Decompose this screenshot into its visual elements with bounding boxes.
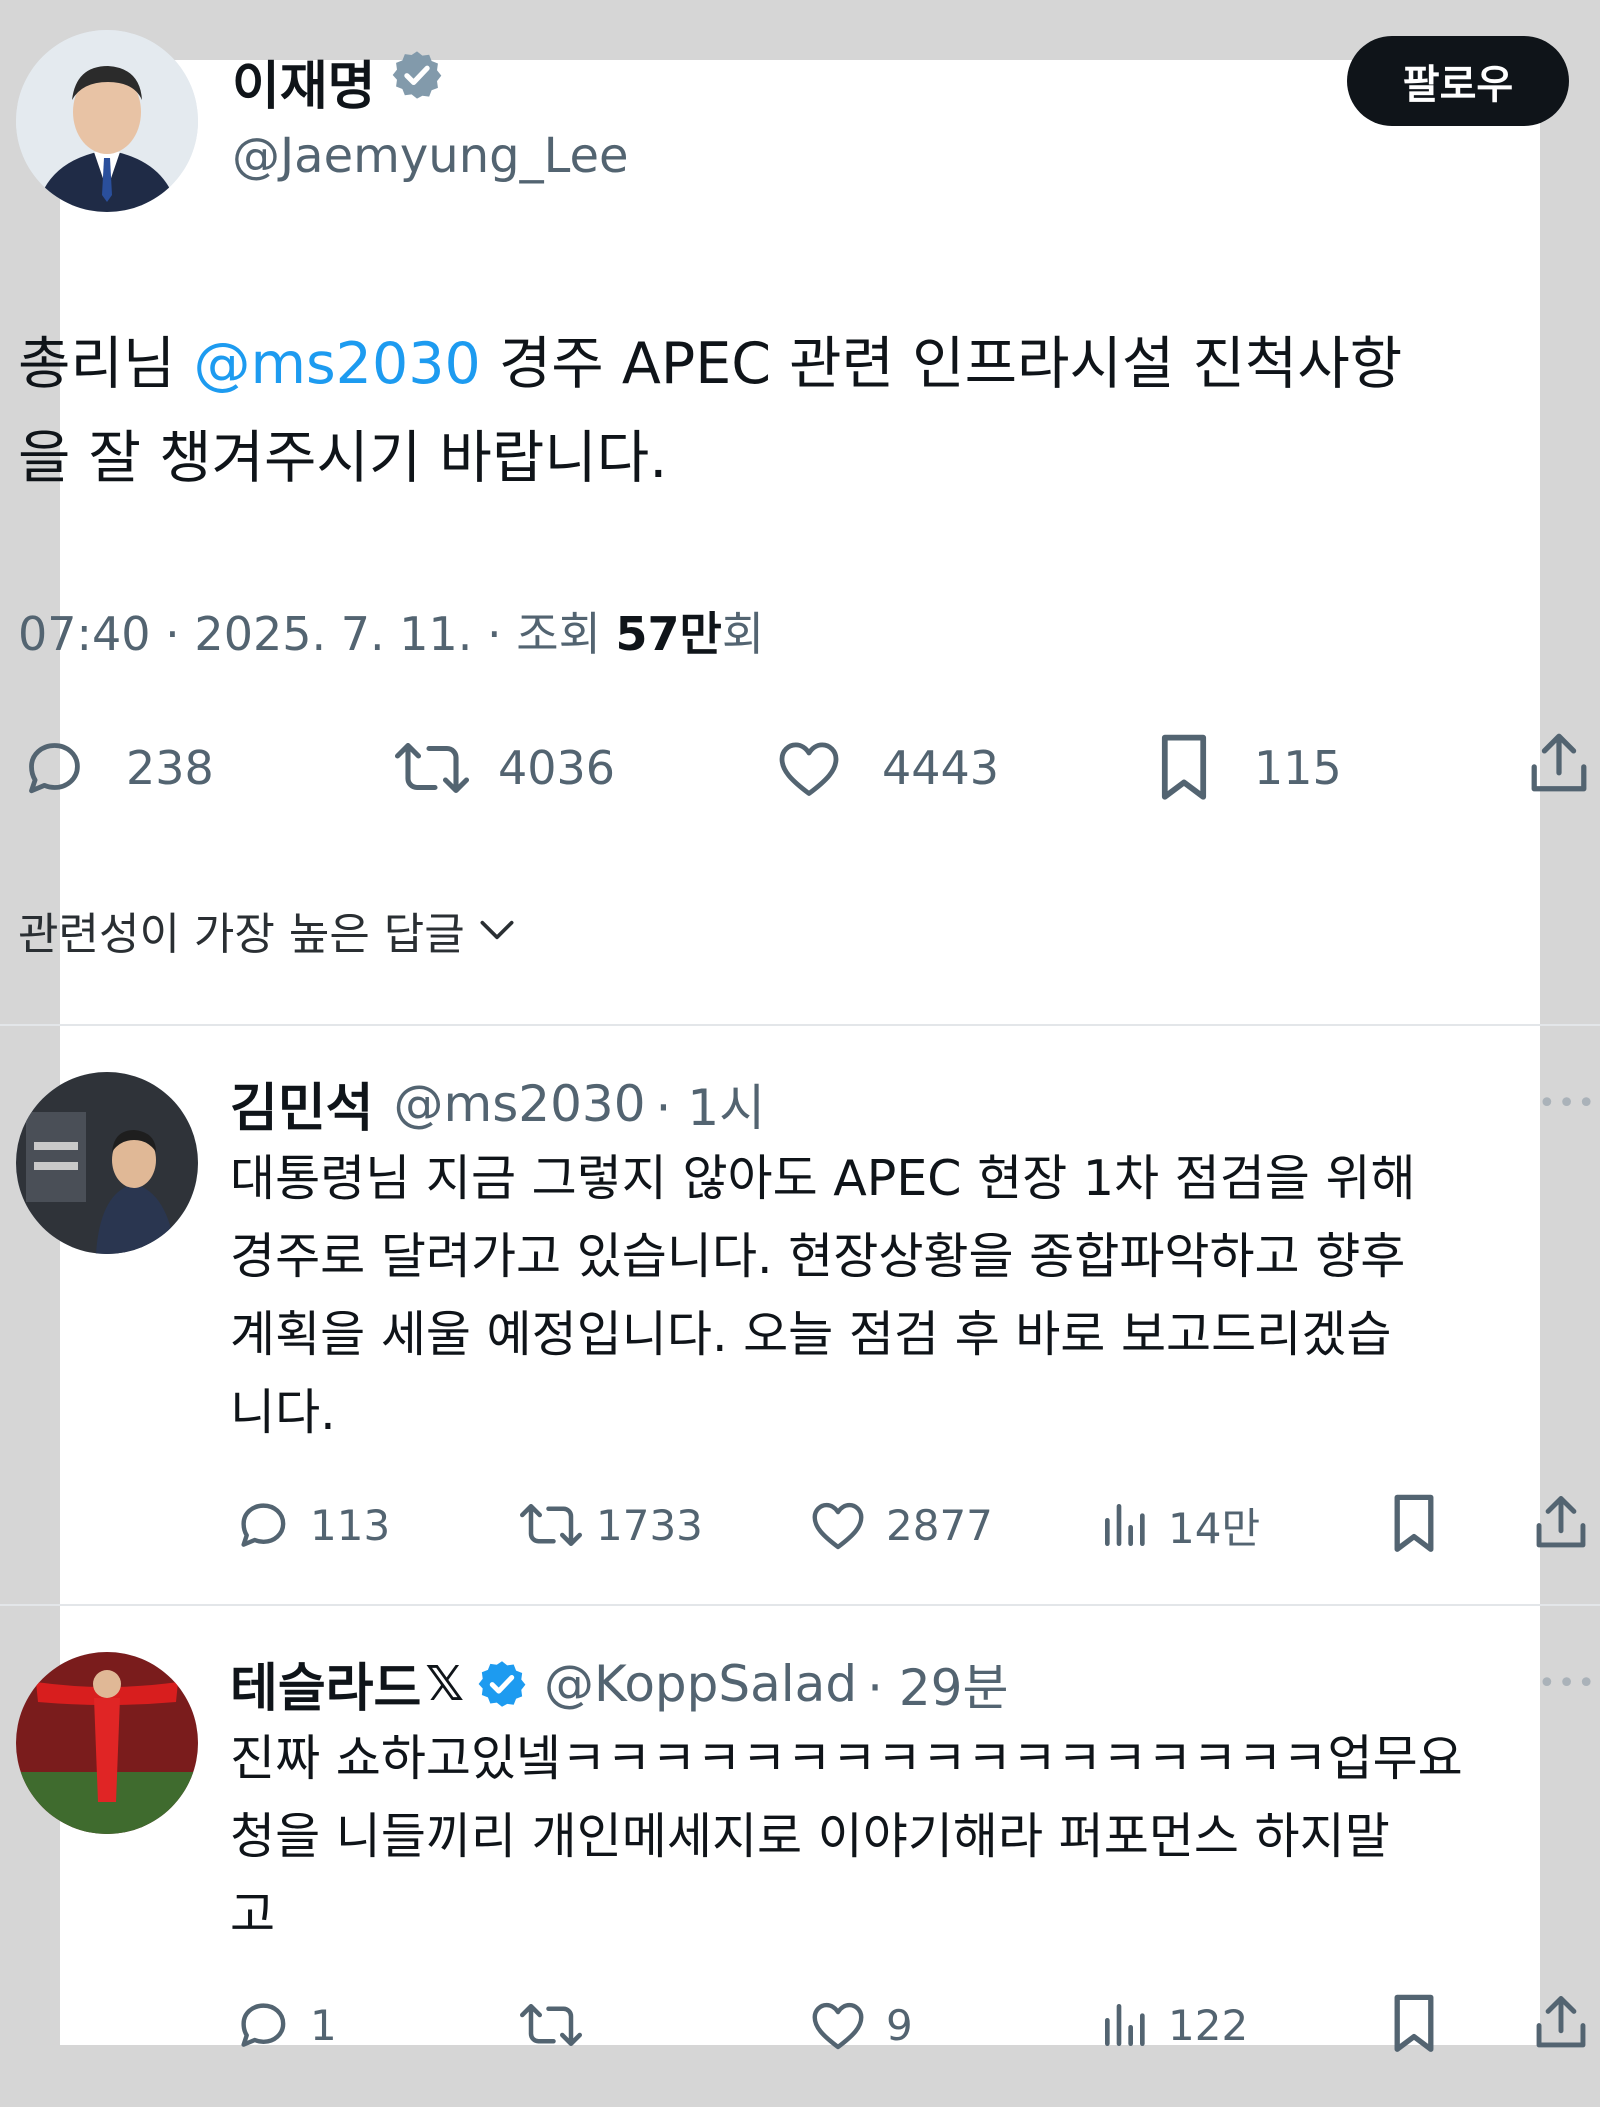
verified-badge-blue-icon bbox=[476, 1658, 528, 1710]
like-count: 4443 bbox=[882, 741, 1000, 795]
main-tweet-text-line1: 총리님 @ms2030 경주 APEC 관련 인프라시설 진척사항 bbox=[18, 318, 1402, 400]
screenshot-page: 이재명 @Jaemyung_Lee 팔로우 총리님 @ms2030 경주 APE… bbox=[0, 0, 1600, 2107]
reply-action[interactable]: 1 bbox=[232, 1994, 337, 2056]
reply-sort-label: 관련성이 가장 높은 답글 bbox=[18, 909, 465, 960]
reply-1-time[interactable]: · 1시 bbox=[656, 1068, 766, 1140]
reply-1-author-handle[interactable]: @ms2030 bbox=[394, 1075, 646, 1133]
bookmark-action[interactable] bbox=[1386, 1490, 1442, 1558]
reply-2-author-handle[interactable]: @KoppSalad bbox=[544, 1655, 857, 1713]
reply-line: 계획을 세울 예정입니다. 오늘 점검 후 바로 보고드리겠습 bbox=[230, 1306, 1392, 1363]
repost-icon bbox=[520, 1504, 582, 1546]
author-name-row: 이재명 bbox=[232, 44, 444, 119]
tweet-timestamp[interactable]: 07:40 · 2025. 7. 11. · 조회 bbox=[18, 607, 616, 661]
reply-2-header: 테슬라드 𝕏 @KoppSalad · 29분 bbox=[230, 1646, 1008, 1721]
bookmark-action[interactable] bbox=[1386, 1990, 1442, 2058]
reply-bubble-icon bbox=[241, 2003, 286, 2047]
share-icon bbox=[1531, 733, 1587, 792]
like-action[interactable]: 2877 bbox=[806, 1494, 993, 1556]
reply-action[interactable]: 238 bbox=[18, 732, 214, 804]
reply-1-header: 김민석 @ms2030 · 1시 bbox=[230, 1066, 765, 1141]
reply-line: 경주로 달려가고 있습니다. 현장상황을 종합파악하고 향후 bbox=[230, 1228, 1406, 1285]
repost-action[interactable]: 1733 bbox=[516, 1494, 703, 1556]
view-count-suffix: 회 bbox=[721, 607, 765, 661]
author-name[interactable]: 이재명 bbox=[232, 44, 376, 119]
reply-1-author-name[interactable]: 김민석 bbox=[230, 1066, 374, 1141]
reply-line: 진짜 쇼하고있넼ㅋㅋㅋㅋㅋㅋㅋㅋㅋㅋㅋㅋㅋㅋㅋㅋㅋ업무요 bbox=[230, 1730, 1463, 1787]
reply-2-author-name[interactable]: 테슬라드 bbox=[230, 1646, 421, 1721]
reply-count: 238 bbox=[126, 741, 214, 795]
avatar-portrait-icon bbox=[16, 1072, 198, 1254]
tweet-text-prefix: 총리님 bbox=[18, 331, 194, 397]
author-avatar[interactable] bbox=[16, 30, 198, 212]
more-options-icon[interactable]: ••• bbox=[1538, 1086, 1597, 1121]
bookmark-count: 115 bbox=[1254, 741, 1342, 795]
like-count: 9 bbox=[886, 2000, 913, 2050]
heart-icon bbox=[812, 2002, 864, 2050]
view-count: 14만 bbox=[1168, 1503, 1261, 1553]
reply-count: 113 bbox=[310, 1500, 391, 1550]
reply-bubble-icon bbox=[29, 743, 80, 794]
bookmark-icon bbox=[1394, 1994, 1434, 2052]
repost-count: 1733 bbox=[596, 1500, 703, 1550]
reply-action[interactable]: 113 bbox=[232, 1494, 390, 1556]
bookmark-icon bbox=[1161, 734, 1207, 800]
reply-2-avatar[interactable] bbox=[16, 1652, 198, 1834]
follow-button[interactable]: 팔로우 bbox=[1347, 36, 1569, 126]
avatar-tesla-figure-icon bbox=[16, 1652, 198, 1834]
verified-badge-gray-icon bbox=[390, 48, 444, 115]
reply-count: 1 bbox=[310, 2000, 337, 2050]
reply-sort-dropdown[interactable]: 관련성이 가장 높은 답글 bbox=[18, 898, 519, 962]
like-action[interactable]: 4443 bbox=[772, 732, 999, 804]
repost-action[interactable]: 4036 bbox=[390, 732, 615, 804]
reply-bubble-icon bbox=[241, 1503, 286, 1547]
author-handle[interactable]: @Jaemyung_Lee bbox=[232, 128, 629, 184]
x-logo-icon: 𝕏 bbox=[425, 1655, 465, 1712]
reply-2-text: 진짜 쇼하고있넼ㅋㅋㅋㅋㅋㅋㅋㅋㅋㅋㅋㅋㅋㅋㅋㅋㅋ업무요 청을 니들끼리 개인메… bbox=[230, 1720, 1463, 1954]
like-action[interactable]: 9 bbox=[806, 1994, 913, 2056]
repost-icon bbox=[394, 742, 470, 794]
reply-line: 대통령님 지금 그렇지 않아도 APEC 현장 1차 점검을 위해 bbox=[230, 1150, 1416, 1207]
repost-count: 4036 bbox=[498, 741, 616, 795]
share-icon bbox=[1536, 1496, 1586, 1548]
reply-2-time[interactable]: · 29분 bbox=[867, 1648, 1008, 1720]
main-tweet-text-line2: 을 잘 챙겨주시기 바랍니다. bbox=[18, 425, 668, 491]
tweet-text-rest: 경주 APEC 관련 인프라시설 진척사항 bbox=[480, 331, 1403, 397]
share-action[interactable] bbox=[1530, 1490, 1592, 1556]
heart-icon bbox=[779, 742, 839, 796]
view-count: 122 bbox=[1168, 2000, 1249, 2050]
reply-line: 니다. bbox=[230, 1384, 336, 1441]
reply-line: 청을 니들끼리 개인메세지로 이야기해라 퍼포먼스 하지말 bbox=[230, 1808, 1390, 1865]
more-options-icon[interactable]: ••• bbox=[1538, 1666, 1597, 1701]
share-action[interactable] bbox=[1524, 726, 1594, 802]
avatar-portrait-icon bbox=[16, 30, 198, 212]
reply-line: 고 bbox=[230, 1886, 276, 1943]
views-action[interactable]: 122 bbox=[1098, 1994, 1248, 2056]
analytics-bars-icon bbox=[1105, 2004, 1145, 2046]
chevron-down-icon bbox=[480, 920, 514, 940]
reply-1-text: 대통령님 지금 그렇지 않아도 APEC 현장 1차 점검을 위해 경주로 달려… bbox=[230, 1140, 1416, 1452]
repost-icon bbox=[520, 2004, 582, 2046]
heart-icon bbox=[812, 1502, 864, 1550]
share-icon bbox=[1536, 1996, 1586, 2048]
repost-action[interactable] bbox=[516, 1994, 596, 2056]
section-divider bbox=[0, 1024, 1600, 1026]
reply-divider bbox=[0, 1604, 1600, 1606]
analytics-bars-icon bbox=[1105, 1504, 1145, 1546]
share-action[interactable] bbox=[1530, 1990, 1592, 2056]
bookmark-icon bbox=[1394, 1494, 1434, 1552]
like-count: 2877 bbox=[886, 1500, 993, 1550]
reply-1-avatar[interactable] bbox=[16, 1072, 198, 1254]
tweet-meta: 07:40 · 2025. 7. 11. · 조회 57만회 bbox=[18, 598, 764, 664]
view-count: 57만 bbox=[615, 607, 722, 661]
mention-link[interactable]: @ms2030 bbox=[193, 331, 480, 397]
views-action[interactable]: 14만 bbox=[1098, 1494, 1260, 1556]
bookmark-action[interactable]: 115 bbox=[1152, 728, 1342, 808]
